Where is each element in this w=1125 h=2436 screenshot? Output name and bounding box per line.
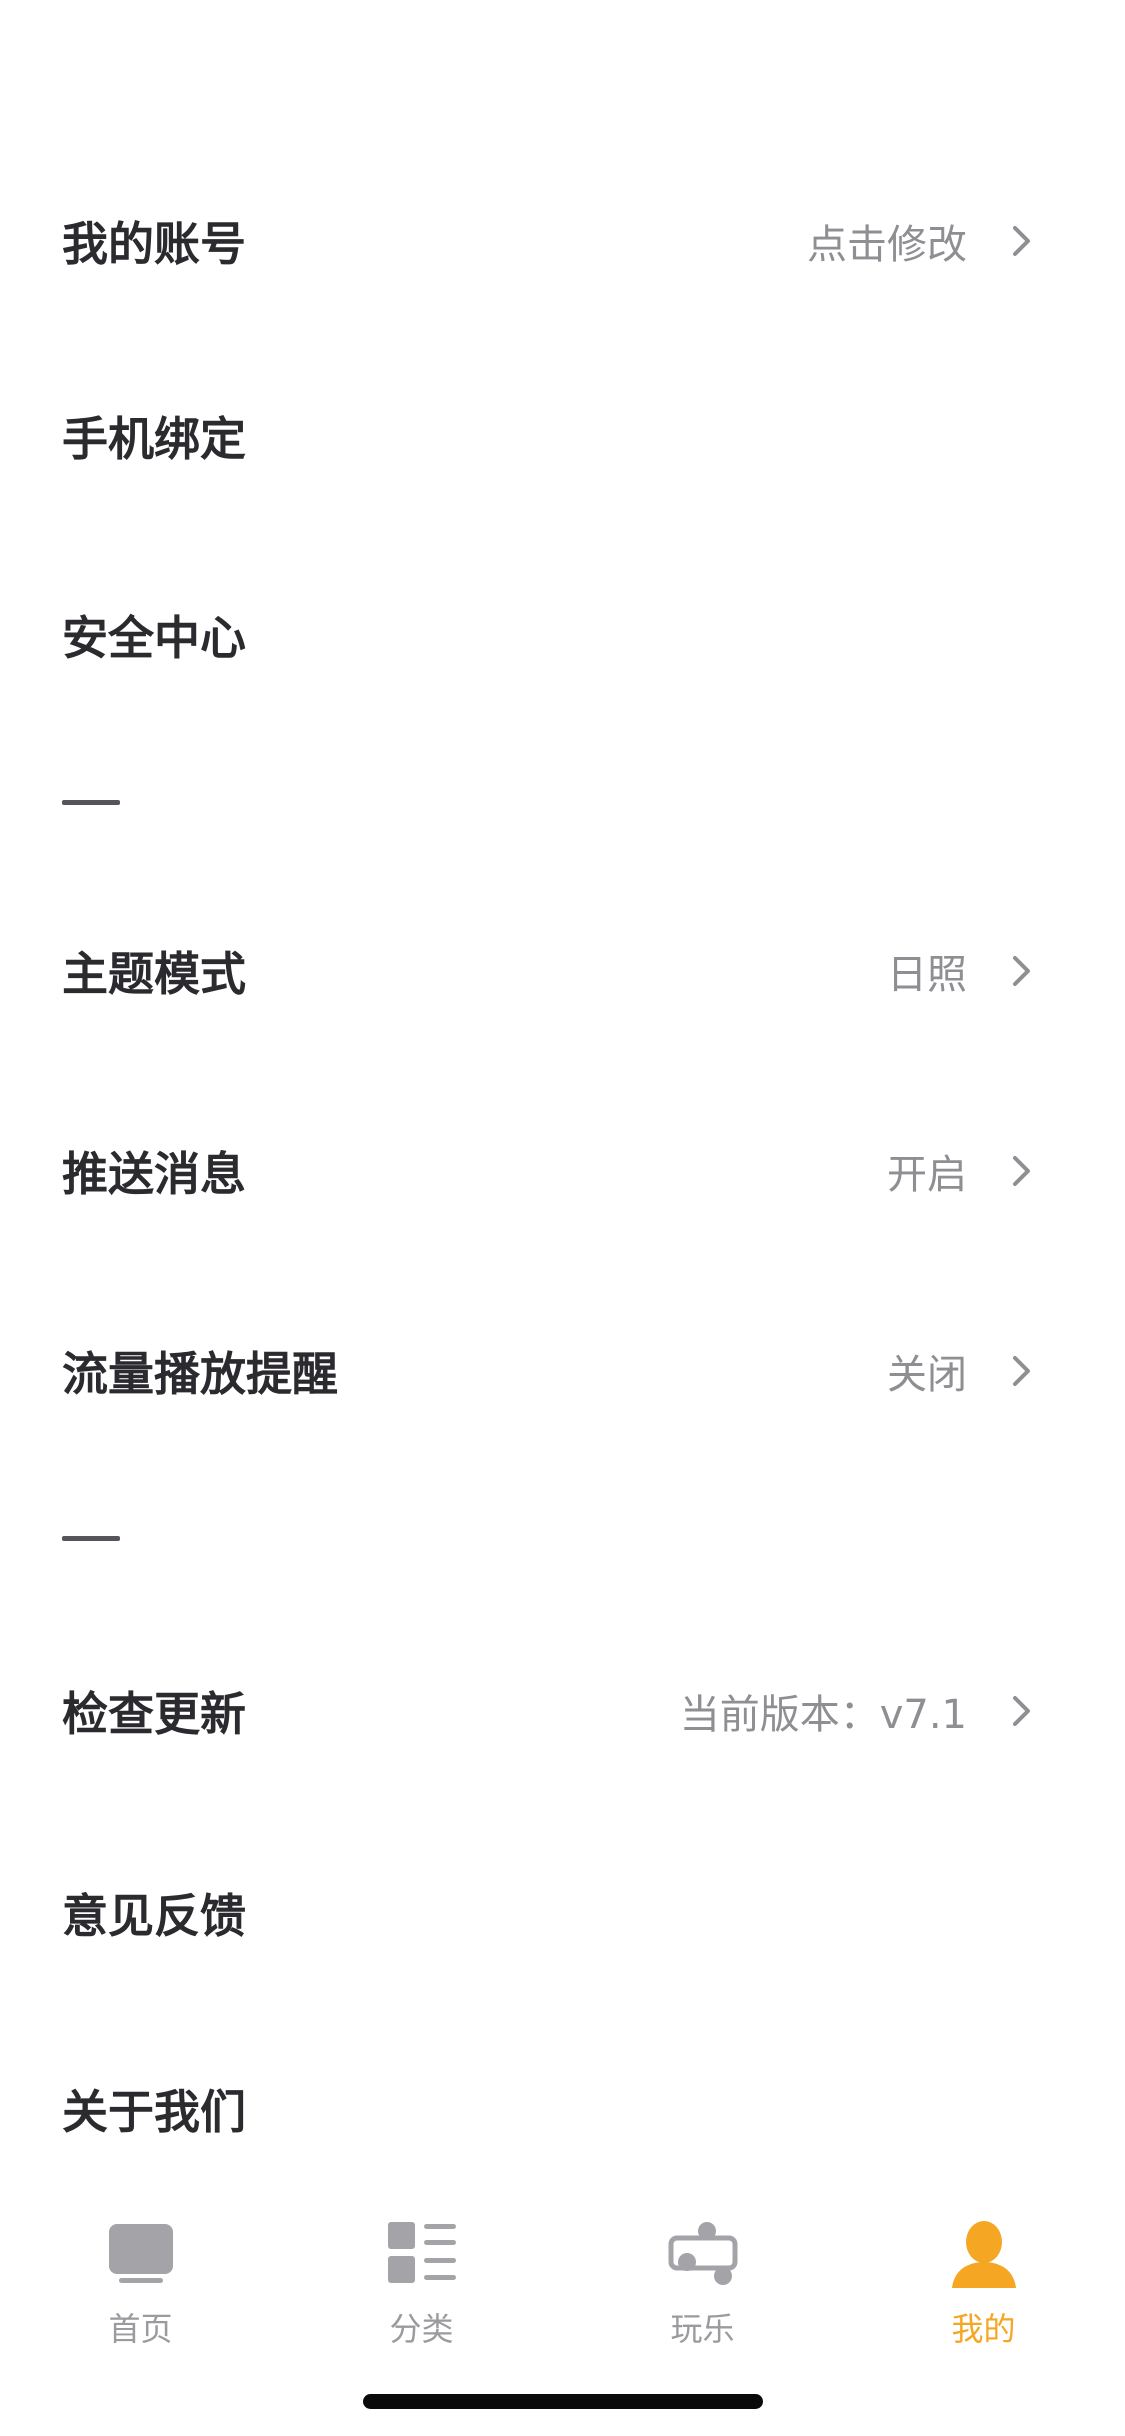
tab-label: 玩乐 — [670, 2310, 735, 2348]
row-value: 开启 — [887, 1152, 967, 1198]
row-label: 推送消息 — [62, 1147, 246, 1201]
tab-label: 我的 — [951, 2310, 1016, 2348]
settings-row-check-update[interactable]: 检查更新 当前版本：v7.1 — [0, 1636, 1125, 1786]
section-divider — [62, 1536, 120, 1541]
tv-icon — [105, 2218, 177, 2290]
tab-label: 分类 — [389, 2310, 454, 2348]
settings-screen: 我的账号 点击修改 手机绑定 安全中心 主题模式 日照 推送消息 开启 流量播放… — [0, 0, 1125, 2436]
fun-icon — [667, 2218, 739, 2290]
settings-row-security-center[interactable]: 安全中心 — [0, 560, 1125, 710]
home-indicator — [363, 2394, 763, 2409]
row-label: 主题模式 — [62, 947, 246, 1001]
chevron-right-icon — [1003, 1693, 1039, 1729]
bottom-tab-bar: 首页 分类 玩乐 我的 — [0, 2200, 1125, 2370]
row-label: 意见反馈 — [62, 1889, 246, 1943]
row-label: 我的账号 — [62, 217, 246, 271]
tab-category[interactable]: 分类 — [281, 2200, 562, 2370]
settings-row-about-us[interactable]: 关于我们 — [0, 2034, 1125, 2184]
row-value: 当前版本：v7.1 — [679, 1692, 967, 1738]
row-label: 关于我们 — [62, 2085, 246, 2139]
row-label: 手机绑定 — [62, 412, 246, 466]
settings-row-account[interactable]: 我的账号 点击修改 — [0, 166, 1125, 316]
row-value: 点击修改 — [807, 222, 967, 268]
chevron-right-icon — [1003, 223, 1039, 259]
tab-label: 首页 — [108, 2310, 173, 2348]
chevron-right-icon — [1003, 953, 1039, 989]
category-icon — [386, 2218, 458, 2290]
tab-mine[interactable]: 我的 — [843, 2200, 1124, 2370]
tab-home[interactable]: 首页 — [0, 2200, 281, 2370]
settings-row-phone-binding[interactable]: 手机绑定 — [0, 361, 1125, 511]
section-divider — [62, 800, 120, 805]
chevron-right-icon — [1003, 1153, 1039, 1189]
tab-fun[interactable]: 玩乐 — [562, 2200, 843, 2370]
settings-row-push-messages[interactable]: 推送消息 开启 — [0, 1096, 1125, 1246]
settings-row-theme-mode[interactable]: 主题模式 日照 — [0, 896, 1125, 1046]
row-value: 日照 — [887, 952, 967, 998]
row-label: 安全中心 — [62, 611, 246, 665]
person-icon — [948, 2218, 1020, 2290]
settings-row-feedback[interactable]: 意见反馈 — [0, 1838, 1125, 1988]
row-label: 检查更新 — [62, 1687, 246, 1741]
row-label: 流量播放提醒 — [62, 1347, 338, 1401]
row-value: 关闭 — [887, 1352, 967, 1398]
settings-row-data-playback-alert[interactable]: 流量播放提醒 关闭 — [0, 1296, 1125, 1446]
chevron-right-icon — [1003, 1353, 1039, 1389]
